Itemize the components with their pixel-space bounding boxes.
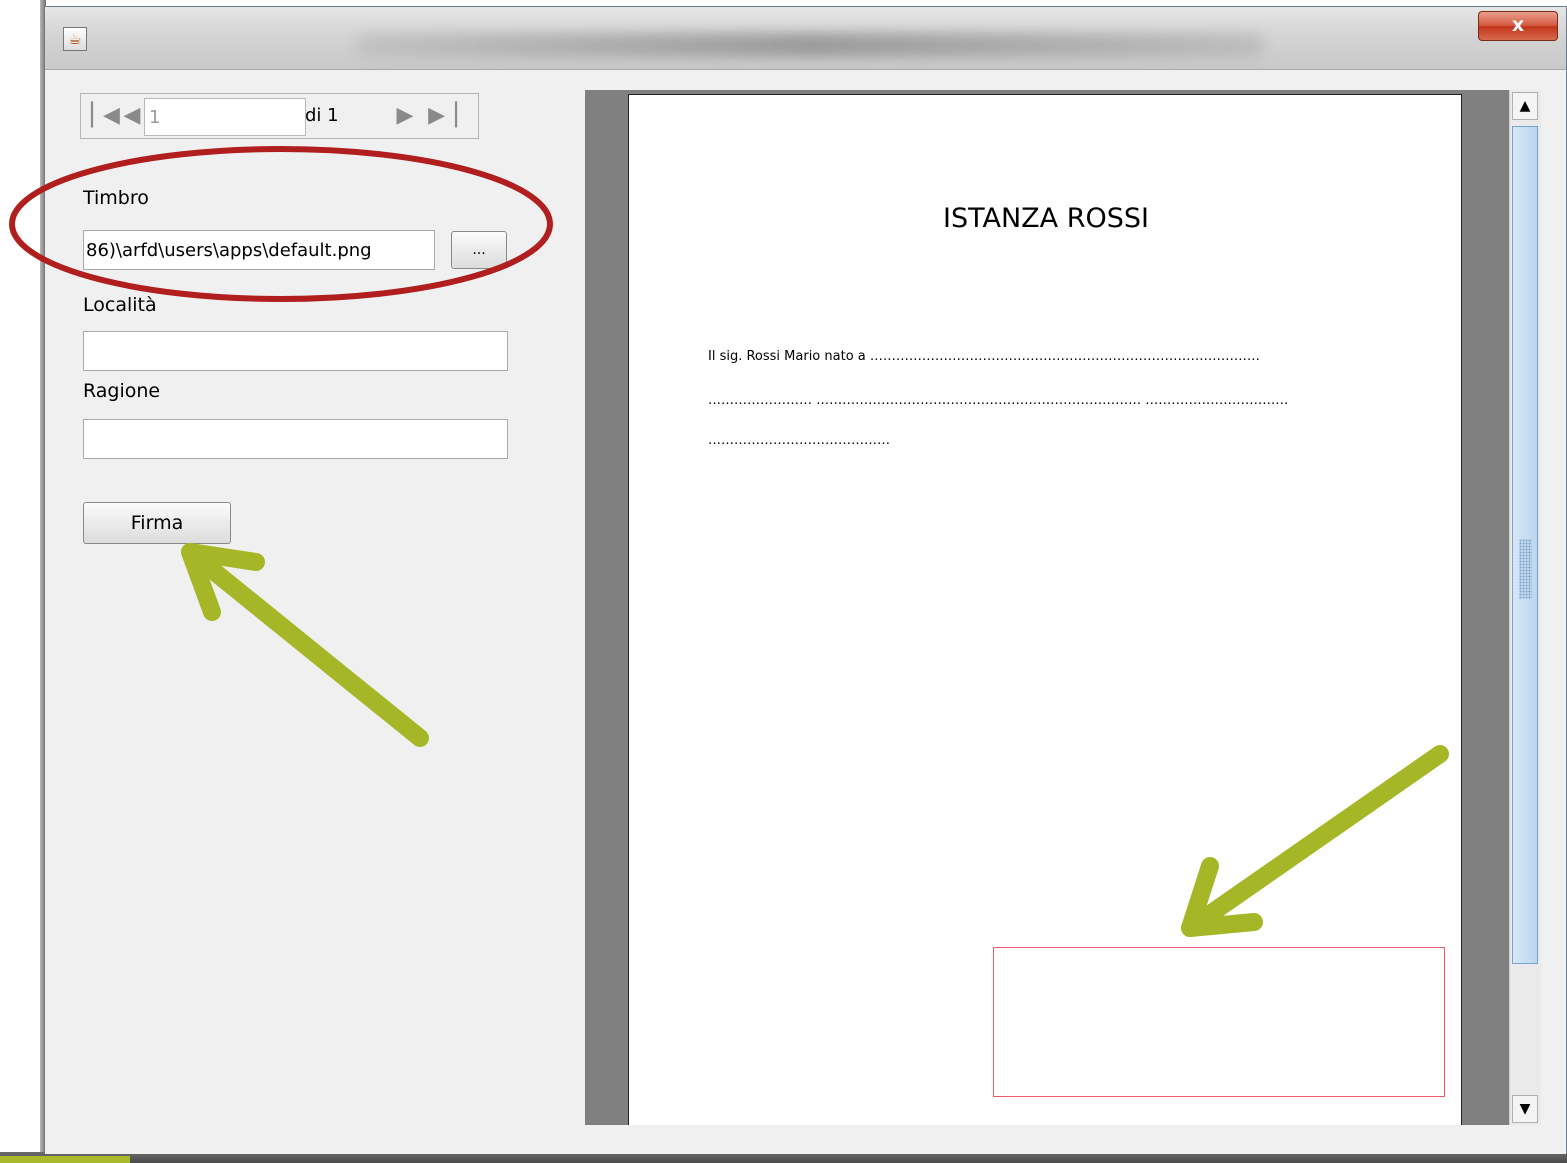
- next-page-icon[interactable]: ▶: [391, 94, 419, 138]
- close-button[interactable]: x: [1478, 11, 1558, 41]
- timbro-path-field[interactable]: [83, 230, 435, 270]
- java-cup-icon[interactable]: ☕: [63, 27, 87, 51]
- page-number-input[interactable]: [144, 98, 306, 136]
- ragione-label: Ragione: [83, 380, 161, 402]
- document-viewer[interactable]: ISTANZA ROSSI Il sig. Rossi Mario nato a…: [585, 90, 1509, 1125]
- localita-label: Località: [83, 294, 157, 316]
- firma-button[interactable]: Firma: [83, 502, 231, 544]
- title-bar: ☕ x: [45, 7, 1566, 69]
- document-page: ISTANZA ROSSI Il sig. Rossi Mario nato a…: [628, 94, 1462, 1125]
- signature-window: ☕ x ▏◀ ◀ di 1 ▶ ▶▕ Timbro ... Località R…: [44, 6, 1567, 1154]
- localita-field[interactable]: [83, 331, 508, 371]
- last-page-icon[interactable]: ▶▕: [426, 94, 457, 138]
- desktop-background: [0, 0, 46, 1163]
- document-title: ISTANZA ROSSI: [943, 203, 1149, 234]
- window-content: ▏◀ ◀ di 1 ▶ ▶▕ Timbro ... Località Ragio…: [45, 69, 1566, 1154]
- previous-page-icon[interactable]: ◀: [118, 94, 146, 138]
- slide-accent-bar: [0, 1156, 130, 1163]
- vertical-scrollbar[interactable]: ▲ ▼: [1509, 90, 1541, 1125]
- document-line: Il sig. Rossi Mario nato a ……………………………………: [708, 349, 1260, 364]
- scroll-up-arrow-icon[interactable]: ▲: [1512, 92, 1538, 120]
- document-line: …………………… ………………………………………………………………… ………………: [708, 393, 1289, 408]
- scroll-down-arrow-icon[interactable]: ▼: [1512, 1095, 1538, 1123]
- first-page-icon[interactable]: ▏◀: [89, 94, 120, 138]
- signature-area-box[interactable]: [993, 947, 1445, 1097]
- blurred-title-text: [355, 33, 1265, 57]
- browse-button[interactable]: ...: [451, 231, 507, 269]
- page-navigator: ▏◀ ◀ di 1 ▶ ▶▕: [80, 93, 479, 139]
- timbro-label: Timbro: [83, 187, 149, 209]
- ragione-field[interactable]: [83, 419, 508, 459]
- scrollbar-thumb[interactable]: [1512, 126, 1538, 964]
- page-count-label: di 1: [305, 105, 339, 126]
- document-line: ……………………………………: [708, 433, 890, 448]
- grip-icon: [1519, 539, 1532, 599]
